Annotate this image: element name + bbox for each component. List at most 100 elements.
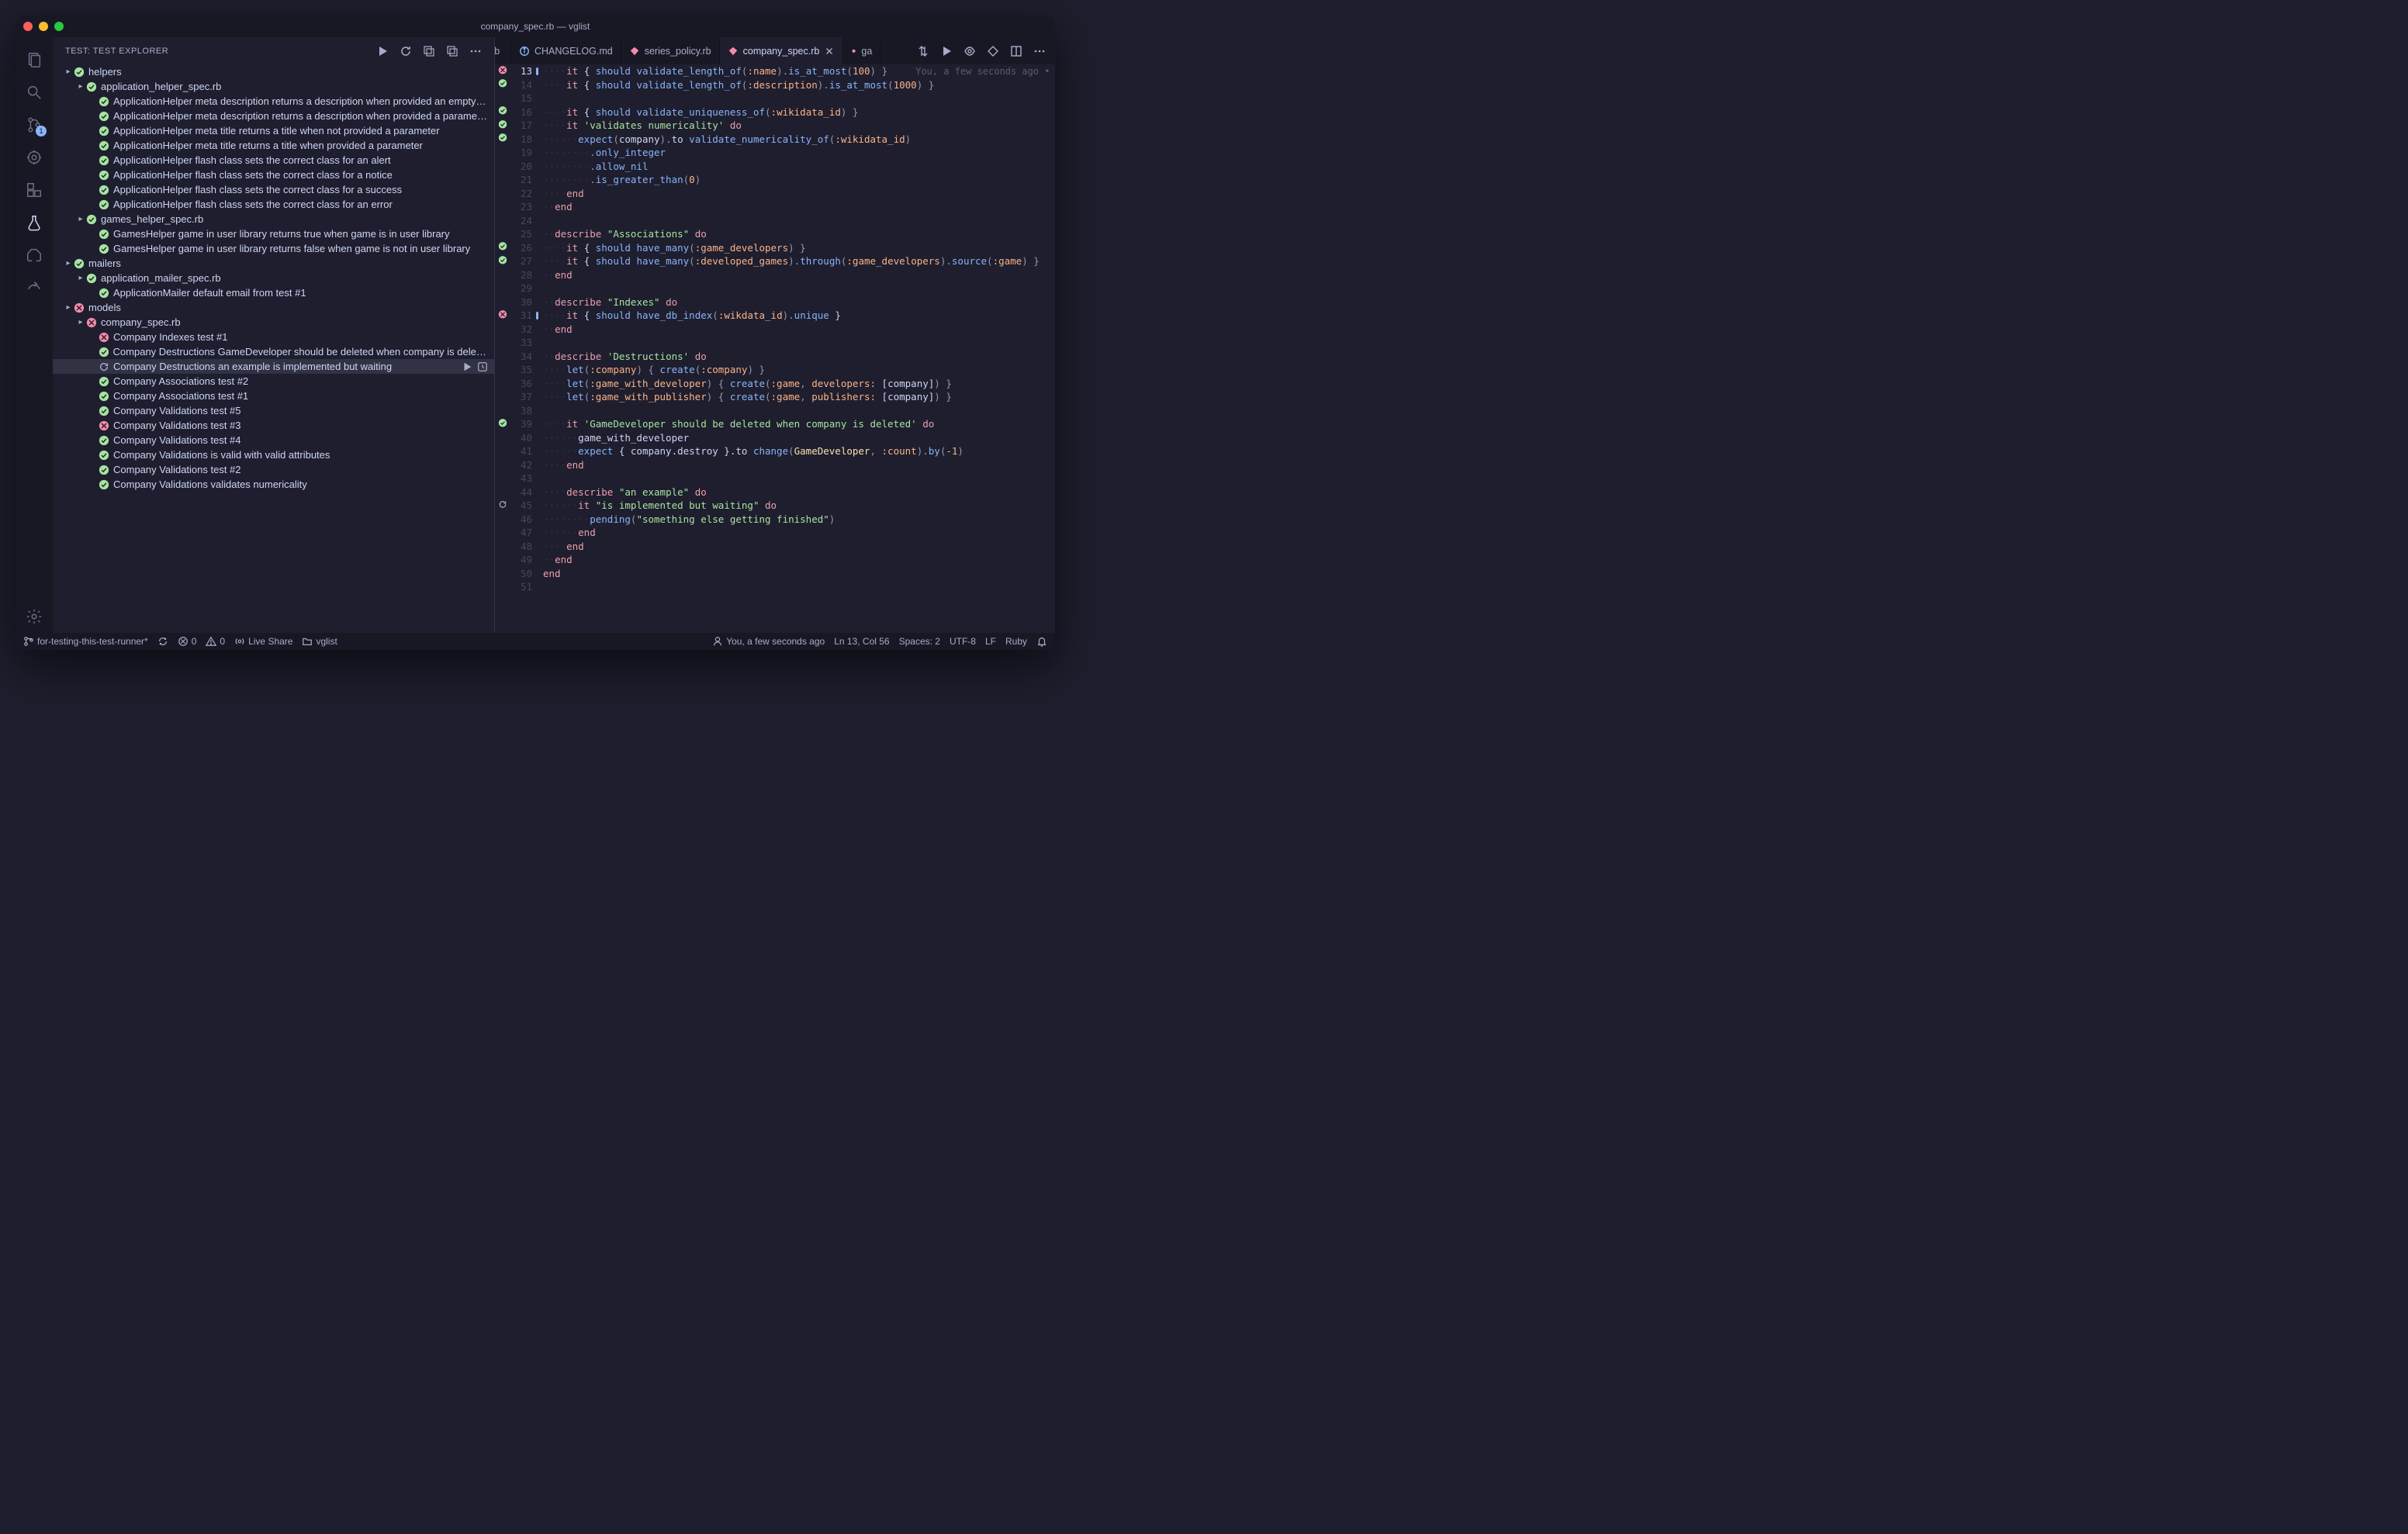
editor-tab-bar: cy.rbCHANGELOG.mdseries_policy.rbcompany… (495, 37, 1055, 64)
test-status-icon (85, 316, 98, 329)
activity-extensions[interactable] (16, 174, 53, 206)
tree-row[interactable]: ApplicationHelper meta description retur… (53, 109, 494, 123)
tree-row[interactable]: Company Validations test #5 (53, 403, 494, 418)
tree-label: Company Validations is valid with valid … (113, 449, 330, 461)
test-status-icon (98, 125, 110, 137)
activity-debug[interactable] (16, 141, 53, 174)
compare-icon[interactable] (917, 45, 929, 57)
activity-source-control[interactable]: 1 (16, 109, 53, 141)
tree-label: Company Validations test #3 (113, 420, 241, 431)
autorun-icon[interactable] (477, 361, 488, 372)
test-status-icon (98, 287, 110, 299)
close-icon[interactable] (824, 46, 835, 57)
tree-label: application_helper_spec.rb (101, 81, 221, 92)
sb-spaces[interactable]: Spaces: 2 (899, 636, 940, 647)
diff-icon[interactable] (987, 45, 999, 57)
activity-share[interactable] (16, 271, 53, 304)
tree-row[interactable]: Company Destructions GameDeveloper shoul… (53, 344, 494, 359)
tree-row[interactable]: Company Validations test #4 (53, 433, 494, 447)
tree-row[interactable]: ApplicationHelper flash class sets the c… (53, 168, 494, 182)
tree-row[interactable]: Company Validations test #2 (53, 462, 494, 477)
test-status-icon (73, 257, 85, 270)
tree-row[interactable]: Company Destructions an example is imple… (53, 359, 494, 374)
run-icon[interactable] (940, 45, 953, 57)
window-minimize-button[interactable] (39, 22, 48, 31)
expand-all-icon[interactable] (423, 45, 435, 57)
tree-row[interactable]: ApplicationHelper flash class sets the c… (53, 182, 494, 197)
test-status-icon (98, 243, 110, 255)
activity-remote[interactable] (16, 239, 53, 271)
tree-row[interactable]: Company Validations validates numericali… (53, 477, 494, 492)
sb-errors[interactable]: 0 (178, 636, 197, 647)
sb-branch[interactable]: for-testing-this-test-runner* (23, 636, 148, 647)
tree-label: ApplicationHelper flash class sets the c… (113, 169, 393, 181)
window-zoom-button[interactable] (54, 22, 64, 31)
tree-row[interactable]: ▸helpers (53, 64, 494, 79)
test-status-icon (98, 331, 110, 344)
test-tree[interactable]: ▸helpers ▸ application_helper_spec.rb Appli… (53, 64, 494, 633)
tree-row[interactable]: ApplicationMailer default email from tes… (53, 285, 494, 300)
tree-row[interactable]: ▸games_helper_spec.rb (53, 212, 494, 226)
chevron-icon: ▸ (76, 82, 85, 91)
tree-label: models (88, 302, 121, 313)
tree-row[interactable]: ApplicationHelper flash class sets the c… (53, 153, 494, 168)
tree-row[interactable]: Company Validations test #3 (53, 418, 494, 433)
sb-encoding[interactable]: UTF-8 (950, 636, 976, 647)
test-status-icon (98, 375, 110, 388)
tree-row[interactable]: Company Validations is valid with valid … (53, 447, 494, 462)
activity-explorer[interactable] (16, 43, 53, 76)
window-close-button[interactable] (23, 22, 33, 31)
tree-row[interactable]: ▸mailers (53, 256, 494, 271)
tree-label: Company Validations test #5 (113, 405, 241, 416)
tree-row[interactable]: Company Indexes test #1 (53, 330, 494, 344)
tree-row[interactable]: ApplicationHelper meta title returns a t… (53, 123, 494, 138)
sb-notifications[interactable] (1036, 636, 1047, 647)
sb-folder[interactable]: vglist (302, 636, 337, 647)
tree-row[interactable]: ApplicationHelper meta title returns a t… (53, 138, 494, 153)
tree-label: ApplicationHelper meta description retur… (113, 110, 487, 122)
editor-tab[interactable]: series_policy.rb (621, 37, 720, 64)
tree-row[interactable]: GamesHelper game in user library returns… (53, 241, 494, 256)
editor-tab[interactable]: ga (843, 37, 881, 64)
person-icon (712, 636, 723, 647)
more-actions-icon[interactable] (1033, 45, 1046, 57)
sb-sync[interactable] (157, 636, 168, 647)
tree-row[interactable]: ▸company_spec.rb (53, 315, 494, 330)
tree-row[interactable]: ApplicationHelper meta description retur… (53, 94, 494, 109)
activity-settings[interactable] (16, 600, 53, 633)
more-icon[interactable] (469, 45, 482, 57)
run-all-icon[interactable] (376, 45, 389, 57)
tree-label: ApplicationHelper flash class sets the c… (113, 199, 393, 210)
sb-eol[interactable]: LF (985, 636, 996, 647)
tree-row[interactable]: GamesHelper game in user library returns… (53, 226, 494, 241)
chevron-icon: ▸ (76, 274, 85, 282)
test-status-icon (98, 95, 110, 108)
editor-tab[interactable]: CHANGELOG.md (511, 37, 621, 64)
activity-test[interactable] (16, 206, 53, 239)
tree-row[interactable]: ▸models (53, 300, 494, 315)
sb-warnings[interactable]: 0 (206, 636, 225, 647)
tree-label: Company Destructions an example is imple… (113, 361, 392, 372)
sb-position[interactable]: Ln 13, Col 56 (834, 636, 889, 647)
sb-blame[interactable]: You, a few seconds ago (712, 636, 825, 647)
test-status-icon (98, 449, 110, 461)
sb-language[interactable]: Ruby (1005, 636, 1027, 647)
editor-tab[interactable]: cy.rb (495, 37, 511, 64)
run-test-icon[interactable] (462, 361, 472, 372)
test-status-icon (73, 302, 85, 314)
split-icon[interactable] (1010, 45, 1022, 57)
branch-icon (23, 636, 34, 647)
preview-icon[interactable] (964, 45, 976, 57)
tree-row[interactable]: Company Associations test #2 (53, 374, 494, 389)
tree-row[interactable]: ApplicationHelper flash class sets the c… (53, 197, 494, 212)
refresh-icon[interactable] (400, 45, 412, 57)
tree-row[interactable]: ▸ application_mailer_spec.rb (53, 271, 494, 285)
tree-row[interactable]: ▸ application_helper_spec.rb (53, 79, 494, 94)
editor-tab[interactable]: company_spec.rb (720, 37, 844, 64)
activity-search[interactable] (16, 76, 53, 109)
code-editor[interactable]: 1314151617181920212223242526272829303132… (495, 64, 1055, 633)
sb-liveshare[interactable]: Live Share (234, 636, 292, 647)
collapse-all-icon[interactable] (446, 45, 458, 57)
tree-label: application_mailer_spec.rb (101, 272, 221, 284)
tree-row[interactable]: Company Associations test #1 (53, 389, 494, 403)
